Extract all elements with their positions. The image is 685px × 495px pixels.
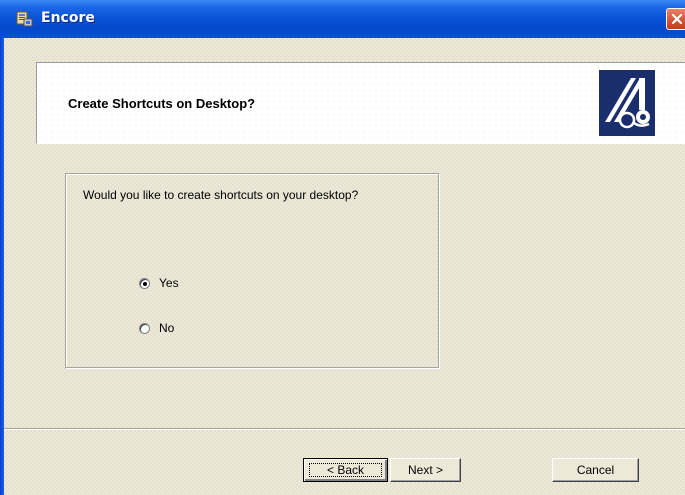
question-text: Would you like to create shortcuts on yo… (83, 188, 359, 202)
close-button[interactable] (666, 8, 685, 30)
window-left-border (0, 38, 4, 495)
page-title: Create Shortcuts on Desktop? (68, 96, 256, 111)
yes-radio[interactable] (139, 277, 150, 289)
back-button[interactable]: < Back (303, 458, 388, 482)
next-button-label: Next > (407, 463, 443, 477)
no-label[interactable]: No (159, 321, 174, 335)
back-button-label: < Back (326, 463, 365, 477)
footer-separator (4, 428, 685, 430)
yes-label[interactable]: Yes (159, 276, 179, 290)
options-group (65, 173, 440, 369)
no-radio[interactable] (139, 322, 150, 334)
close-icon (671, 13, 683, 25)
next-button[interactable]: Next > (390, 458, 461, 482)
yes-option[interactable]: Yes (139, 276, 179, 290)
no-option[interactable]: No (139, 321, 174, 335)
cancel-button[interactable]: Cancel (552, 458, 639, 482)
window-title: Encore (41, 10, 95, 26)
title-bar[interactable]: Encore (0, 0, 685, 38)
encore-logo (599, 70, 655, 136)
cancel-button-label: Cancel (576, 463, 615, 477)
header-panel: Create Shortcuts on Desktop? (36, 62, 685, 144)
installer-app-icon (16, 10, 34, 28)
